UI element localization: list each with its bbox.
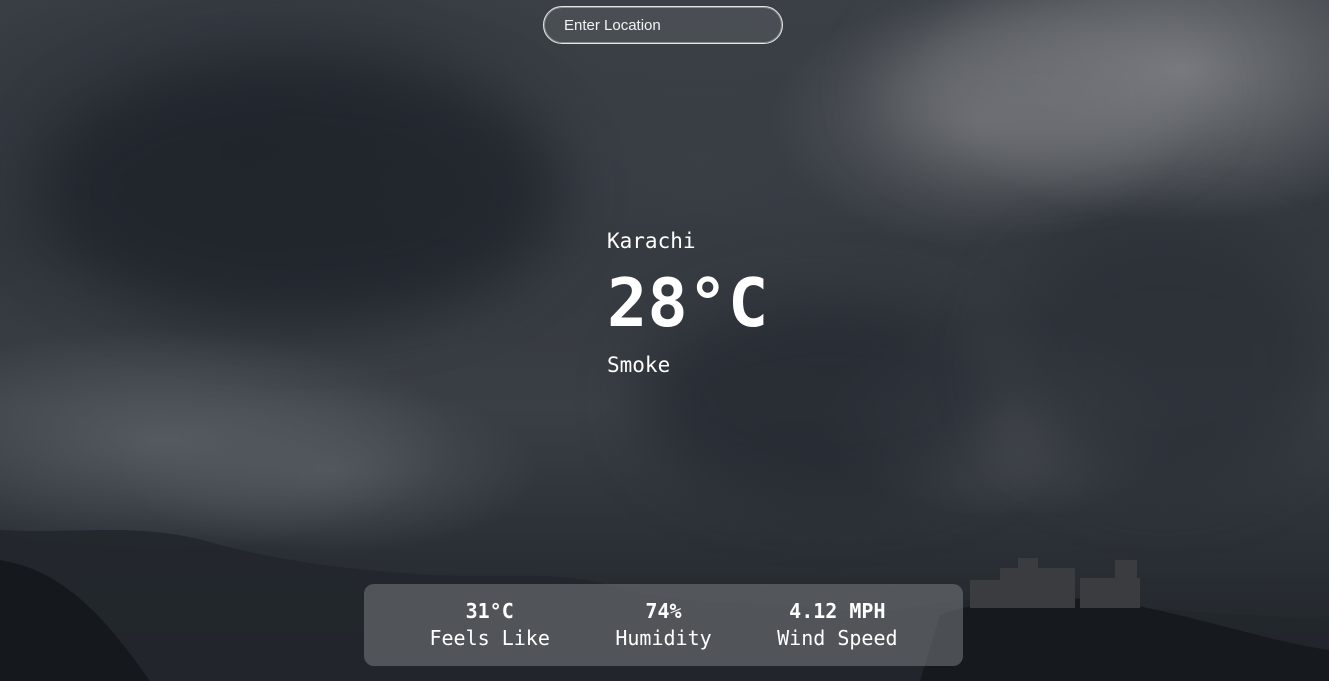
wind-speed-value: 4.12 MPH [789,599,886,623]
feels-like-label: Feels Like [429,626,550,650]
weather-stats-panel: 31°C Feels Like 74% Humidity 4.12 MPH Wi… [364,584,963,666]
current-weather: Karachi 28°C Smoke [607,226,768,380]
dark-cloud [1000,230,1329,490]
weather-condition: Smoke [607,353,671,377]
wind-speed-label: Wind Speed [777,626,898,650]
humidity-label: Humidity [615,626,712,650]
search-container [543,6,783,44]
city-name: Karachi [607,229,696,253]
location-search-input[interactable] [543,6,783,44]
light-cloud [880,10,1200,170]
humidity-stat: 74% Humidity [615,598,711,652]
feels-like-stat: 31°C Feels Like [429,598,549,652]
castle-silhouette [970,558,1140,608]
humidity-value: 74% [645,599,682,623]
wind-speed-stat: 4.12 MPH Wind Speed [777,598,897,652]
temperature: 28°C [607,264,769,342]
dark-cloud [40,60,560,320]
feels-like-value: 31°C [465,599,514,623]
